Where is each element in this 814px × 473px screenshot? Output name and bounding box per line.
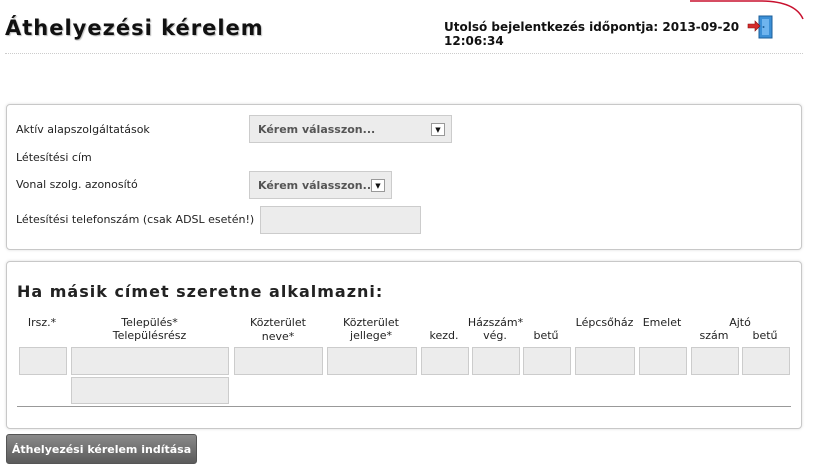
zip-input[interactable] [19, 347, 67, 375]
settlement-input[interactable] [71, 347, 229, 375]
house-start-input[interactable] [421, 347, 469, 375]
line-id-select[interactable]: Kérem válasszon... ▼ [249, 171, 392, 199]
settlement-header: Település* [121, 316, 178, 329]
line-id-selected: Kérem válasszon... [258, 179, 376, 192]
staircase-header: Lépcsőház [575, 316, 634, 329]
door-letter-header: betű [752, 329, 778, 342]
street-name-input[interactable] [234, 347, 323, 375]
chevron-down-icon: ▼ [371, 179, 385, 192]
staircase-input[interactable] [575, 347, 635, 375]
street-name-header: Közterület neve* [250, 316, 306, 343]
header-divider [5, 53, 803, 54]
active-services-selected: Kérem válasszon... [258, 123, 376, 136]
service-panel: Aktív alapszolgáltatások Kérem válasszon… [6, 104, 802, 250]
door-letter-input[interactable] [742, 347, 790, 375]
settlement-part-input[interactable] [71, 377, 229, 404]
house-end-input[interactable] [472, 347, 520, 375]
door-number-header: szám [699, 329, 729, 342]
line-id-label: Vonal szolg. azonosító [16, 178, 138, 191]
floor-header: Emelet [642, 316, 682, 329]
chevron-down-icon: ▼ [431, 123, 445, 136]
installation-address-label: Létesítési cím [16, 151, 92, 164]
house-letter-input[interactable] [523, 347, 571, 375]
house-number-header: Házszám* [467, 316, 524, 329]
house-start-header: kezd. [429, 329, 459, 342]
door-number-input[interactable] [691, 347, 739, 375]
floor-input[interactable] [639, 347, 687, 375]
alternate-address-panel: Ha másik címet szeretne alkalmazni: Irsz… [6, 261, 802, 429]
house-end-header: vég. [483, 329, 507, 342]
door-header: Ajtó [729, 316, 751, 329]
logout-door-icon[interactable] [747, 14, 775, 40]
house-letter-header: betű [533, 329, 559, 342]
street-type-header-line2: jellege* [350, 329, 392, 342]
installation-phone-label: Létesítési telefonszám (csak ADSL esetén… [16, 213, 255, 226]
active-services-label: Aktív alapszolgáltatások [16, 123, 150, 136]
settlement-part-header: Településrész [112, 329, 187, 342]
submit-relocation-button[interactable]: Áthelyezési kérelem indítása [6, 434, 197, 464]
active-services-select[interactable]: Kérem válasszon... ▼ [249, 115, 452, 143]
installation-phone-input[interactable] [260, 206, 421, 234]
panel-divider [17, 406, 791, 407]
alternate-address-title: Ha másik címet szeretne alkalmazni: [17, 282, 384, 301]
street-type-input[interactable] [327, 347, 417, 375]
zip-header: Irsz.* [27, 316, 57, 329]
page-title: Áthelyezési kérelem [5, 16, 264, 40]
street-type-header-line1: Közterület [343, 316, 399, 329]
page-header: Áthelyezési kérelem Utolsó bejelentkezés… [0, 0, 804, 54]
